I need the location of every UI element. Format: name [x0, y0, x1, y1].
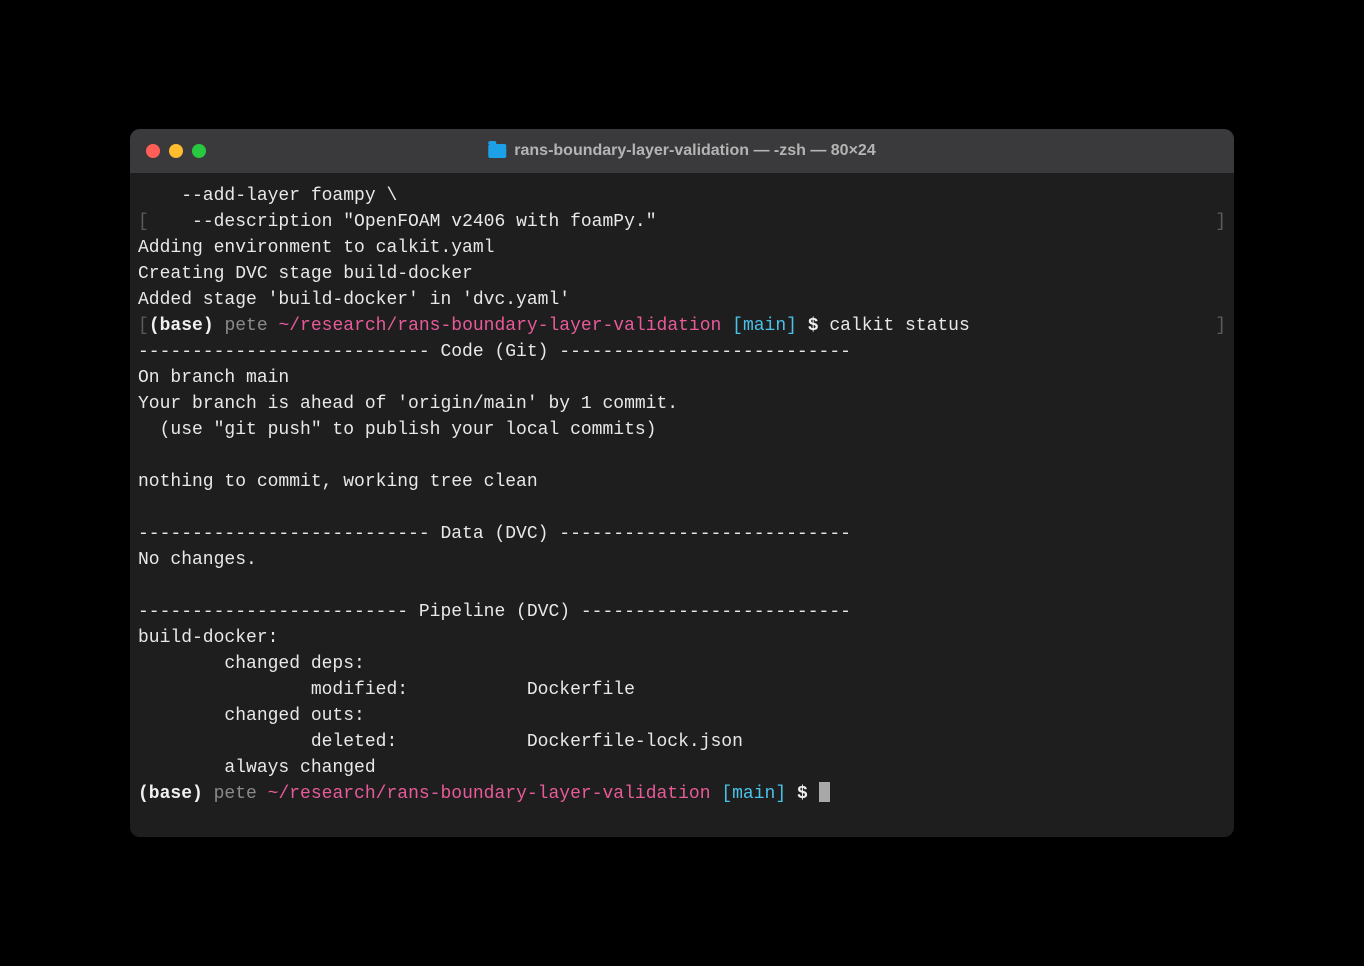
- term-line: changed deps:: [138, 654, 365, 674]
- term-line: Creating DVC stage build-docker: [138, 264, 473, 284]
- term-line: No changes.: [138, 550, 257, 570]
- titlebar: rans-boundary-layer-validation — -zsh — …: [130, 129, 1234, 173]
- maximize-button[interactable]: [192, 144, 206, 158]
- cursor: [819, 782, 830, 802]
- close-button[interactable]: [146, 144, 160, 158]
- prompt-env: (base): [149, 316, 225, 336]
- term-line: always changed: [138, 758, 376, 778]
- term-bracket: ]: [1215, 209, 1226, 235]
- folder-icon: [488, 144, 506, 158]
- term-bracket: [: [138, 212, 149, 232]
- term-line: ------------------------- Pipeline (DVC)…: [138, 602, 851, 622]
- term-line: nothing to commit, working tree clean: [138, 472, 538, 492]
- terminal-body[interactable]: --add-layer foampy \ [ --description "Op…: [130, 173, 1234, 837]
- term-line: --description "OpenFOAM v2406 with foamP…: [149, 212, 657, 232]
- prompt-user: pete: [214, 784, 268, 804]
- term-line: (use "git push" to publish your local co…: [138, 420, 656, 440]
- term-line: --------------------------- Data (DVC) -…: [138, 524, 851, 544]
- prompt-user: pete: [224, 316, 278, 336]
- term-line: Added stage 'build-docker' in 'dvc.yaml': [138, 290, 570, 310]
- terminal-window: rans-boundary-layer-validation — -zsh — …: [130, 129, 1234, 837]
- minimize-button[interactable]: [169, 144, 183, 158]
- term-line: deleted: Dockerfile-lock.json: [138, 732, 743, 752]
- prompt-dollar: $: [786, 784, 818, 804]
- term-line: Your branch is ahead of 'origin/main' by…: [138, 394, 678, 414]
- prompt-command: calkit status: [829, 316, 969, 336]
- term-line: changed outs:: [138, 706, 365, 726]
- window-title: rans-boundary-layer-validation — -zsh — …: [514, 142, 875, 160]
- term-line: build-docker:: [138, 628, 278, 648]
- term-line: --------------------------- Code (Git) -…: [138, 342, 851, 362]
- term-line: On branch main: [138, 368, 289, 388]
- prompt-path: ~/research/rans-boundary-layer-validatio…: [278, 316, 732, 336]
- title-center: rans-boundary-layer-validation — -zsh — …: [488, 142, 875, 160]
- term-line: --add-layer foampy \: [138, 186, 397, 206]
- prompt-branch: [main]: [721, 784, 786, 804]
- prompt-path: ~/research/rans-boundary-layer-validatio…: [268, 784, 722, 804]
- traffic-lights: [146, 144, 206, 158]
- term-bracket: [: [138, 316, 149, 336]
- term-line: Adding environment to calkit.yaml: [138, 238, 494, 258]
- prompt-env: (base): [138, 784, 214, 804]
- prompt-branch: [main]: [732, 316, 797, 336]
- term-line: modified: Dockerfile: [138, 680, 635, 700]
- term-bracket: ]: [1215, 313, 1226, 339]
- prompt-dollar: $: [797, 316, 829, 336]
